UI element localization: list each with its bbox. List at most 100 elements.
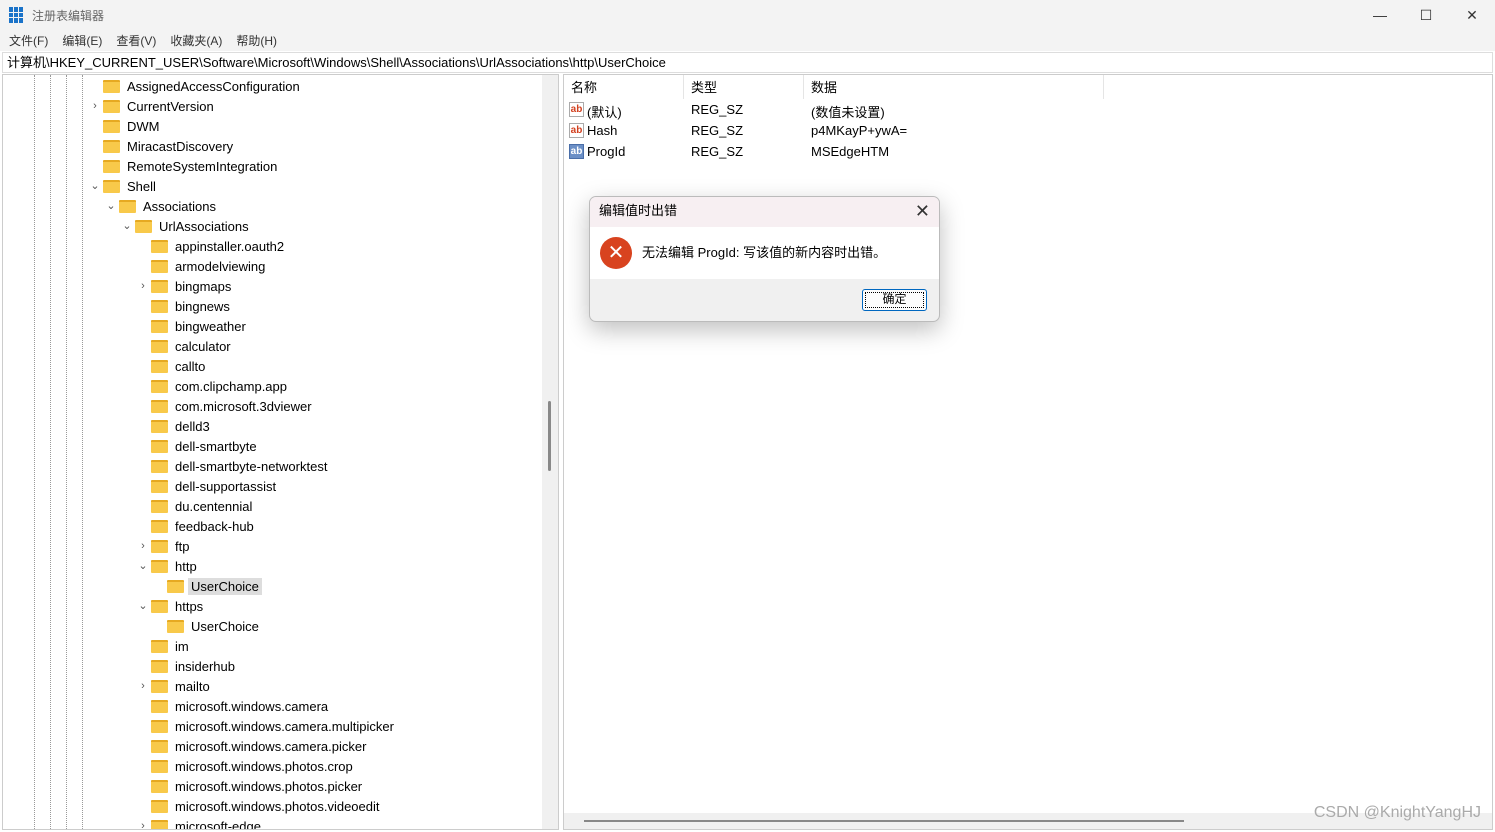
tree-item[interactable]: dell-smartbyte [151,436,260,456]
tree-scroll-thumb[interactable] [548,401,551,471]
tree-item[interactable]: CurrentVersion [103,96,217,116]
tree-item[interactable]: com.microsoft.3dviewer [151,396,315,416]
ok-button[interactable]: 确定 [862,289,927,311]
tree-item[interactable]: dell-smartbyte-networktest [151,456,330,476]
tree-item[interactable]: microsoft.windows.photos.crop [151,756,356,776]
tree-item[interactable]: Shell [103,176,159,196]
tree-item[interactable]: armodelviewing [151,256,268,276]
tree-item[interactable]: UserChoice [167,616,262,636]
folder-icon [151,339,168,353]
hscroll-thumb[interactable] [584,820,1184,822]
tree-item[interactable]: Associations [119,196,219,216]
value-name: ProgId [587,144,626,159]
folder-icon [151,299,168,313]
tree-item[interactable]: microsoft.windows.camera.picker [151,736,369,756]
chevron-down-icon[interactable]: ⌄ [137,596,149,616]
string-value-icon: ab [569,102,584,117]
menu-favorites[interactable]: 收藏夹(A) [170,32,222,49]
tree-item-label: Associations [143,198,216,214]
tree-item[interactable]: UrlAssociations [135,216,252,236]
tree-item[interactable]: microsoft.windows.camera [151,696,331,716]
dialog-close-icon[interactable]: ✕ [915,197,930,225]
folder-icon [103,159,120,173]
tree-item-label: microsoft.windows.camera [175,698,329,714]
menu-view[interactable]: 查看(V) [116,32,156,49]
column-header-name[interactable]: 名称 [564,75,684,99]
tree-item[interactable]: dell-supportassist [151,476,279,496]
tree-scrollbar[interactable] [542,75,558,829]
values-pane[interactable]: 名称 类型 数据 ab (默认) REG_SZ (数值未设置) ab Hash REG_SZ… [563,74,1493,830]
chevron-down-icon[interactable]: ⌄ [137,556,149,576]
chevron-right-icon[interactable]: › [137,676,149,696]
column-header-type[interactable]: 类型 [684,75,804,99]
tree-item[interactable]: RemoteSystemIntegration [103,156,280,176]
tree-item[interactable]: delld3 [151,416,213,436]
minimize-button[interactable]: — [1357,0,1403,30]
tree-item[interactable]: du.centennial [151,496,255,516]
tree-item[interactable]: insiderhub [151,656,238,676]
window-title: 注册表编辑器 [32,8,105,23]
tree-item[interactable]: calculator [151,336,234,356]
tree-item[interactable]: feedback-hub [151,516,257,536]
value-row[interactable]: ab ProgId REG_SZ MSEdgeHTM [564,142,1164,163]
tree-item-label: feedback-hub [175,518,254,534]
chevron-right-icon[interactable]: › [137,536,149,556]
tree-guide-line [66,75,67,829]
tree-item[interactable]: MiracastDiscovery [103,136,236,156]
folder-icon [167,579,184,593]
dialog-message: 无法编辑 ProgId: 写该值的新内容时出错。 [642,245,887,260]
value-row[interactable]: ab Hash REG_SZ p4MKayP+ywA= [564,121,1164,142]
close-button[interactable]: ✕ [1449,0,1495,30]
tree-item[interactable]: http [151,556,200,576]
tree-item[interactable]: bingnews [151,296,233,316]
chevron-right-icon[interactable]: › [137,816,149,829]
dialog-title-bar: 编辑值时出错 ✕ [590,197,939,227]
chevron-down-icon[interactable]: ⌄ [105,196,117,216]
maximize-button[interactable]: ☐ [1403,0,1449,30]
menu-file[interactable]: 文件(F) [9,32,48,49]
folder-icon [151,699,168,713]
tree-item[interactable]: com.clipchamp.app [151,376,290,396]
tree-item[interactable]: UserChoice [167,576,262,596]
folder-icon [103,79,120,93]
chevron-right-icon[interactable]: › [89,96,101,116]
chevron-down-icon[interactable]: ⌄ [89,176,101,196]
folder-icon [151,279,168,293]
menu-help[interactable]: 帮助(H) [236,32,277,49]
tree-item[interactable]: https [151,596,206,616]
tree-item[interactable]: bingmaps [151,276,234,296]
tree-guide-line [34,75,35,829]
tree-item[interactable]: microsoft.windows.photos.picker [151,776,365,796]
value-name: Hash [587,123,618,138]
tree-item[interactable]: callto [151,356,208,376]
value-data: MSEdgeHTM [811,144,890,159]
tree-item[interactable]: microsoft.windows.photos.videoedit [151,796,383,816]
folder-icon [151,599,168,613]
tree-item[interactable]: mailto [151,676,213,696]
tree-item-label: MiracastDiscovery [127,138,234,154]
value-data: (数值未设置) [811,105,885,120]
address-bar[interactable]: 计算机\HKEY_CURRENT_USER\Software\Microsoft… [2,52,1493,73]
tree-item[interactable]: DWM [103,116,163,136]
tree-item[interactable]: bingweather [151,316,249,336]
column-header-data[interactable]: 数据 [804,75,1104,99]
menu-edit[interactable]: 编辑(E) [62,32,102,49]
tree-item-label: com.microsoft.3dviewer [175,398,312,414]
folder-icon [135,219,152,233]
chevron-down-icon[interactable]: ⌄ [121,216,133,236]
tree-item-label: AssignedAccessConfiguration [127,78,300,94]
tree-item[interactable]: ftp [151,536,192,556]
tree-item-label: http [175,558,197,574]
value-row[interactable]: ab (默认) REG_SZ (数值未设置) [564,100,1164,121]
tree-item[interactable]: appinstaller.oauth2 [151,236,287,256]
tree-item[interactable]: microsoft-edge [151,816,264,829]
folder-icon [151,399,168,413]
tree-item-label: bingnews [175,298,230,314]
key-tree[interactable]: AssignedAccessConfiguration › CurrentVersi… [2,74,559,830]
folder-icon [103,99,120,113]
tree-item[interactable]: im [151,636,192,656]
tree-item-label: im [175,638,189,654]
tree-item[interactable]: AssignedAccessConfiguration [103,76,303,96]
chevron-right-icon[interactable]: › [137,276,149,296]
tree-item[interactable]: microsoft.windows.camera.multipicker [151,716,397,736]
